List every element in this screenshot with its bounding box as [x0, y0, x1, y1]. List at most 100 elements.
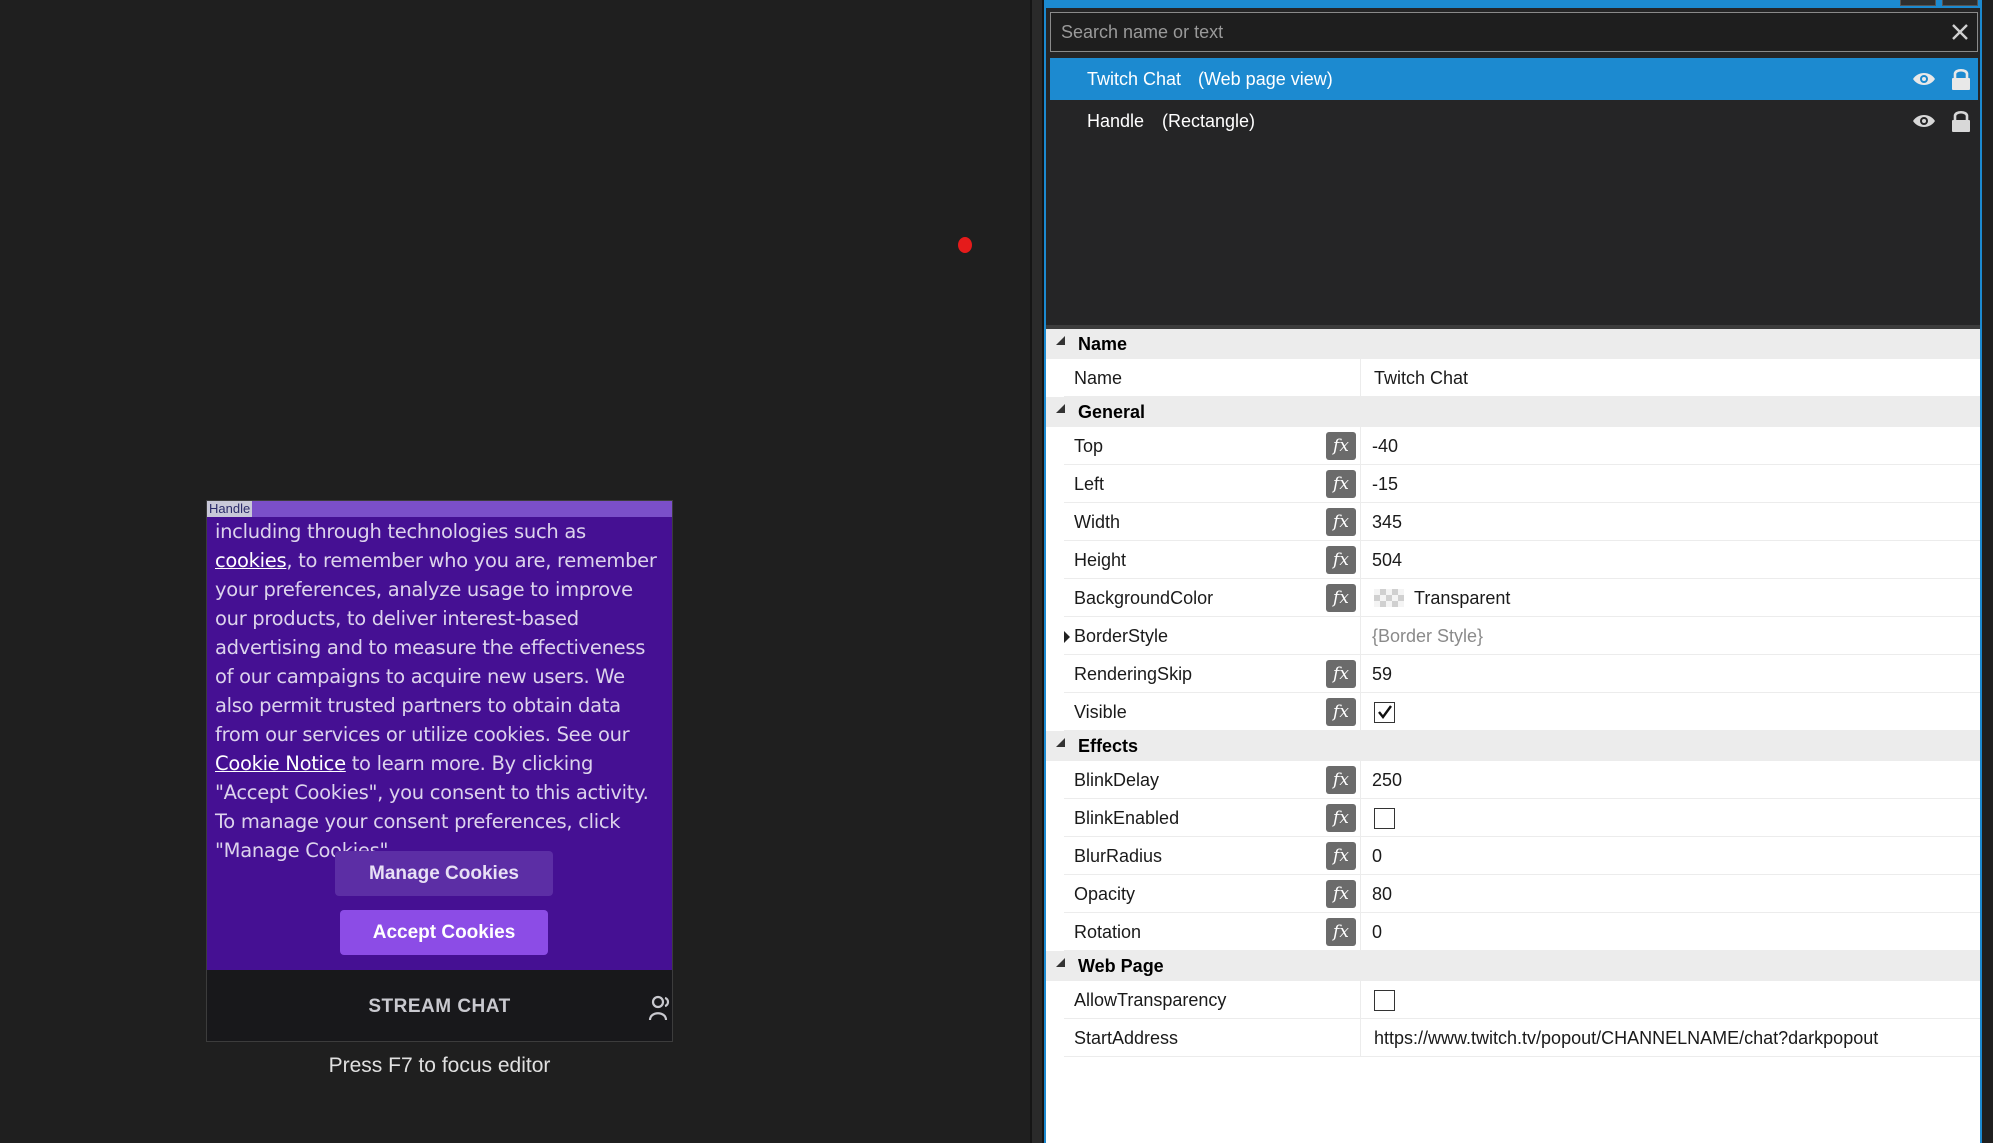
manage-cookies-button[interactable]: Manage Cookies [335, 851, 553, 896]
allow-transparency-checkbox[interactable] [1374, 990, 1395, 1011]
category-web-page[interactable]: Web Page [1046, 951, 1980, 981]
users-icon[interactable] [648, 994, 672, 1022]
fx-icon[interactable]: fx [1326, 470, 1356, 498]
column-divider [1360, 799, 1361, 837]
column-divider [1360, 761, 1361, 799]
property-value[interactable]: -15 [1372, 465, 1398, 503]
fx-icon[interactable]: fx [1326, 546, 1356, 574]
collapse-triangle-icon[interactable] [1056, 336, 1065, 345]
property-label: BackgroundColor [1074, 588, 1214, 608]
cookie-consent-text: including through technologies such as c… [215, 517, 667, 865]
property-row-left[interactable]: Left fx -15 [1064, 465, 1980, 503]
cookie-text-middle: to remember who you are, remember your p… [215, 549, 657, 746]
panel-tab-button[interactable] [1942, 0, 1978, 6]
property-value[interactable]: -40 [1372, 427, 1398, 465]
property-row-width[interactable]: Width fx 345 [1064, 503, 1980, 541]
fx-icon[interactable]: fx [1326, 432, 1356, 460]
handle-rectangle[interactable] [207, 501, 672, 517]
fx-icon[interactable]: fx [1326, 508, 1356, 536]
focus-editor-hint: Press F7 to focus editor [328, 1054, 551, 1077]
expand-triangle-icon[interactable] [1064, 631, 1070, 643]
property-label: Width [1074, 512, 1121, 532]
fx-icon[interactable]: fx [1326, 698, 1356, 726]
fx-icon[interactable]: fx [1326, 766, 1356, 794]
property-value[interactable]: 59 [1372, 655, 1392, 693]
property-value[interactable]: Twitch Chat [1374, 359, 1468, 397]
fx-icon[interactable]: fx [1326, 842, 1356, 870]
property-label: Left [1074, 474, 1105, 494]
category-general[interactable]: General [1046, 397, 1980, 427]
panel-splitter[interactable] [1030, 0, 1044, 1143]
fx-icon[interactable]: fx [1326, 804, 1356, 832]
property-row-height[interactable]: Height fx 504 [1064, 541, 1980, 579]
column-divider [1360, 617, 1361, 655]
collapse-triangle-icon[interactable] [1056, 958, 1065, 967]
category-effects[interactable]: Effects [1046, 731, 1980, 761]
fx-icon[interactable]: fx [1326, 660, 1356, 688]
column-divider [1360, 913, 1361, 951]
property-value[interactable]: 345 [1372, 503, 1402, 541]
eye-icon[interactable] [1912, 112, 1936, 130]
property-row-border-style[interactable]: BorderStyle {Border Style} [1064, 617, 1980, 655]
property-row-name[interactable]: Name Twitch Chat [1064, 359, 1980, 397]
column-divider [1360, 541, 1361, 579]
layer-item-handle[interactable]: Handle (Rectangle) [1050, 100, 1978, 142]
property-row-visible[interactable]: Visible fx [1064, 693, 1980, 731]
property-value[interactable]: Transparent [1414, 579, 1510, 617]
property-row-top[interactable]: Top fx -40 [1064, 427, 1980, 465]
property-row-blink-enabled[interactable]: BlinkEnabled fx [1064, 799, 1980, 837]
property-row-opacity[interactable]: Opacity fx 80 [1064, 875, 1980, 913]
cookie-text-comma: , [286, 549, 293, 572]
property-row-background-color[interactable]: BackgroundColor fx Transparent [1064, 579, 1980, 617]
twitch-chat-widget[interactable]: Handle including through technologies su… [206, 500, 673, 1042]
blink-enabled-checkbox[interactable] [1374, 808, 1395, 829]
search-box[interactable] [1050, 12, 1978, 52]
column-divider [1360, 359, 1361, 397]
color-swatch[interactable] [1374, 589, 1404, 607]
cursor-marker [958, 237, 972, 253]
cookie-consent-panel: including through technologies such as c… [207, 517, 672, 970]
side-panel: Twitch Chat (Web page view) Handle (Rect… [1044, 0, 1982, 1143]
column-divider [1360, 693, 1361, 731]
property-value[interactable]: 0 [1372, 913, 1382, 951]
visible-checkbox[interactable] [1374, 702, 1395, 723]
eye-icon[interactable] [1912, 70, 1936, 88]
property-row-start-address[interactable]: StartAddress https://www.twitch.tv/popou… [1064, 1019, 1980, 1057]
layer-name: Handle [1087, 111, 1145, 131]
category-title: General [1078, 402, 1146, 422]
property-row-rendering-skip[interactable]: RenderingSkip fx 59 [1064, 655, 1980, 693]
category-title: Web Page [1078, 956, 1164, 976]
category-name[interactable]: Name [1046, 329, 1980, 359]
lock-icon[interactable] [1950, 67, 1972, 91]
stream-chat-title: STREAM CHAT [368, 996, 511, 1017]
property-row-blink-delay[interactable]: BlinkDelay fx 250 [1064, 761, 1980, 799]
property-value[interactable]: 80 [1372, 875, 1392, 913]
panel-tab-button[interactable] [1900, 0, 1936, 6]
fx-icon[interactable]: fx [1326, 584, 1356, 612]
search-input[interactable] [1051, 13, 1931, 51]
fx-icon[interactable]: fx [1326, 880, 1356, 908]
property-label: BorderStyle [1074, 626, 1169, 646]
category-title: Name [1078, 334, 1128, 354]
cookies-link[interactable]: cookies [215, 549, 287, 572]
editor-canvas[interactable]: Handle including through technologies su… [0, 0, 1030, 1143]
property-row-blur-radius[interactable]: BlurRadius fx 0 [1064, 837, 1980, 875]
close-icon[interactable] [1949, 21, 1971, 43]
fx-icon[interactable]: fx [1326, 918, 1356, 946]
property-label: Visible [1074, 702, 1127, 722]
column-divider [1360, 875, 1361, 913]
property-row-allow-transparency[interactable]: AllowTransparency [1064, 981, 1980, 1019]
property-value[interactable]: https://www.twitch.tv/popout/CHANNELNAME… [1374, 1019, 1878, 1057]
layer-item-twitch-chat[interactable]: Twitch Chat (Web page view) [1050, 58, 1978, 100]
accept-cookies-button[interactable]: Accept Cookies [340, 910, 548, 955]
cookie-text-start: including through technologies such as [215, 520, 586, 543]
property-value[interactable]: 0 [1372, 837, 1382, 875]
property-label: Height [1074, 550, 1127, 570]
collapse-triangle-icon[interactable] [1056, 738, 1065, 747]
collapse-triangle-icon[interactable] [1056, 404, 1065, 413]
property-value[interactable]: 250 [1372, 761, 1402, 799]
property-row-rotation[interactable]: Rotation fx 0 [1064, 913, 1980, 951]
lock-icon[interactable] [1950, 109, 1972, 133]
property-value[interactable]: 504 [1372, 541, 1402, 579]
cookie-notice-link[interactable]: Cookie Notice [215, 752, 346, 775]
